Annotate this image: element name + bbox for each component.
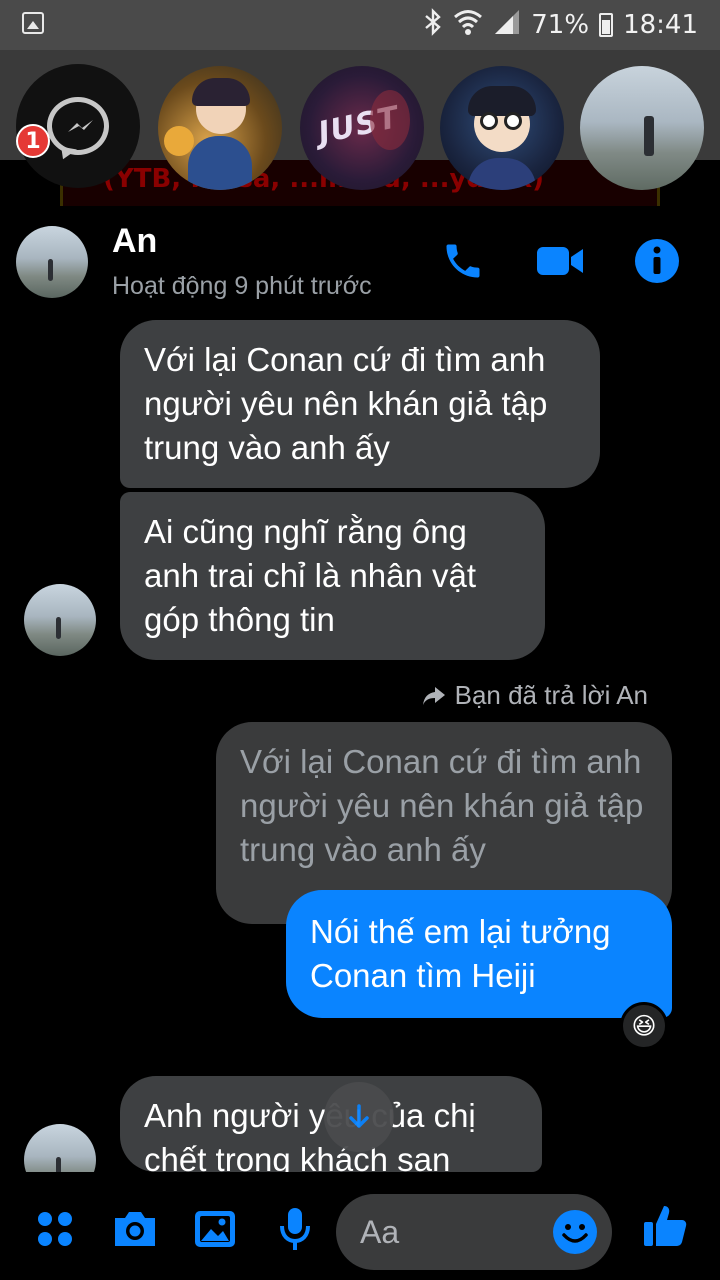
reply-indicator: Bạn đã trả lời An	[421, 680, 648, 711]
chat-header: An Hoạt động 9 phút trước	[0, 206, 720, 316]
contact-name[interactable]: An	[112, 222, 157, 261]
status-bar: 71% 18:41	[0, 0, 720, 50]
four-dots-icon	[38, 1212, 72, 1246]
battery-percent: 71%	[531, 10, 590, 40]
thumbs-up-icon	[644, 1206, 687, 1246]
message-input-container	[336, 1194, 612, 1270]
microphone-icon	[280, 1208, 310, 1250]
video-camera-icon	[537, 247, 583, 275]
reply-indicator-text: Bạn đã trả lời An	[454, 680, 648, 710]
video-call-button[interactable]	[535, 236, 585, 286]
contact-chat-head[interactable]	[580, 66, 704, 190]
contact-avatar[interactable]	[16, 226, 88, 298]
camera-icon	[115, 1212, 155, 1246]
chat-panel: An Hoạt động 9 phút trước Với lại Conan …	[0, 206, 720, 1280]
outgoing-message[interactable]: Nói thế em lại tưởng Conan tìm Heiji	[286, 890, 672, 1018]
phone-icon	[446, 244, 480, 278]
voice-message-button[interactable]	[270, 1204, 320, 1254]
signal-icon	[493, 8, 521, 43]
info-icon	[635, 239, 679, 283]
composer-bar	[0, 1182, 720, 1280]
contact-chat-head[interactable]	[440, 66, 564, 190]
gallery-button[interactable]	[190, 1204, 240, 1254]
camera-button[interactable]	[110, 1204, 160, 1254]
incoming-message[interactable]: Ai cũng nghĩ rằng ông anh trai chỉ là nh…	[120, 492, 545, 660]
battery-icon	[599, 13, 614, 37]
arrow-down-icon	[349, 1104, 369, 1128]
message-list-edge	[0, 1172, 720, 1182]
chat-heads: 1 JUST	[0, 60, 720, 190]
laughing-emoji-icon: 😆	[631, 1012, 657, 1040]
message-reaction[interactable]: 😆	[620, 1002, 668, 1050]
emoji-icon[interactable]	[552, 1209, 598, 1255]
image-notification-icon	[22, 12, 44, 34]
incoming-message[interactable]: Với lại Conan cứ đi tìm anh người yêu nê…	[120, 320, 600, 488]
clock: 18:41	[623, 10, 698, 40]
contact-chat-head[interactable]: JUST	[300, 66, 424, 190]
unread-badge: 1	[16, 124, 50, 158]
voice-call-button[interactable]	[438, 236, 488, 286]
wifi-icon	[453, 9, 483, 42]
messenger-icon	[47, 97, 109, 155]
like-button[interactable]	[640, 1200, 690, 1250]
message-input[interactable]	[360, 1194, 560, 1270]
activity-status: Hoạt động 9 phút trước	[112, 272, 372, 300]
reply-arrow-icon	[422, 686, 445, 705]
info-button[interactable]	[632, 236, 682, 286]
more-actions-button[interactable]	[30, 1204, 80, 1254]
scroll-to-bottom-button[interactable]	[324, 1082, 394, 1152]
image-icon	[195, 1211, 235, 1247]
sender-avatar[interactable]	[24, 584, 96, 656]
contact-chat-head[interactable]	[158, 66, 282, 190]
bluetooth-icon	[423, 7, 443, 43]
